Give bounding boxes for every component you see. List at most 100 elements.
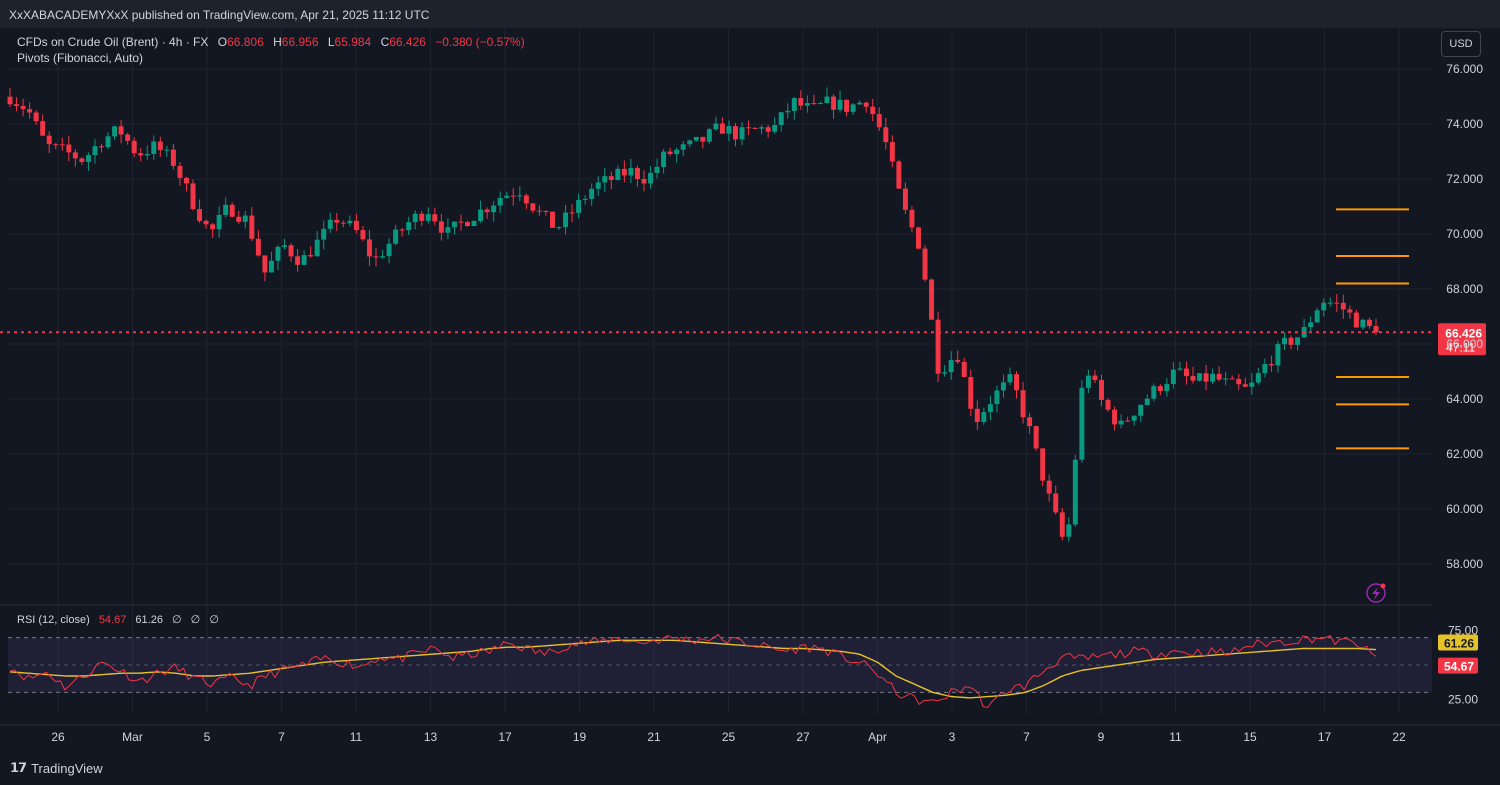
- time-axis-label: 13: [424, 730, 438, 744]
- candle-body: [33, 112, 39, 122]
- close-value: 66.426: [389, 35, 426, 49]
- candle-body: [576, 199, 582, 213]
- price-axis-label: 72.000: [1446, 172, 1483, 186]
- candle-body: [72, 152, 78, 159]
- candle-body: [831, 96, 837, 110]
- top-bar: XxXABACADEMYXxX published on TradingView…: [0, 0, 1500, 28]
- pivots-indicator-legend[interactable]: Pivots (Fibonacci, Auto): [17, 51, 143, 65]
- candle-body: [641, 179, 647, 184]
- candle-body: [131, 140, 137, 154]
- candle-body: [164, 149, 170, 151]
- candle-body: [883, 127, 889, 143]
- candle-body: [288, 245, 294, 257]
- currency-button[interactable]: USD: [1441, 31, 1481, 57]
- time-axis-label: 17: [1318, 730, 1332, 744]
- candle-body: [804, 103, 810, 106]
- candle-body: [216, 214, 222, 230]
- candle-body: [432, 214, 438, 222]
- rsi-legend[interactable]: RSI (12, close) 54.67 61.26 ∅ ∅ ∅: [17, 613, 219, 626]
- candle-body: [105, 136, 111, 148]
- rsi-name[interactable]: RSI (12, close): [17, 614, 90, 626]
- candle-body: [746, 127, 752, 129]
- price-axis-label: 76.000: [1446, 62, 1483, 76]
- candle-body: [1151, 386, 1157, 399]
- candle-body: [1203, 373, 1209, 382]
- candle-body: [1007, 374, 1013, 383]
- candle-body: [739, 127, 745, 140]
- candle-body: [667, 151, 673, 155]
- candle-body: [1046, 480, 1052, 494]
- rsi-ma-tag-value: 61.26: [1444, 637, 1474, 651]
- candle-body: [138, 153, 144, 156]
- candle-body: [1236, 378, 1242, 385]
- candle-body: [922, 248, 928, 280]
- candle-body: [242, 215, 248, 222]
- candle-body: [40, 121, 46, 136]
- chart-canvas[interactable]: 66.42647:11 76.000 74.000 72.000 70.000 68.0…: [0, 0, 1500, 785]
- candle-body: [961, 361, 967, 378]
- candle-body: [157, 141, 163, 151]
- time-axis[interactable]: 26 Mar 5 7 11 13 17 19 21 25 27 Apr 3 7 9 11 15 17 22: [51, 730, 1406, 744]
- candle-body: [778, 112, 784, 125]
- candle-body: [190, 183, 196, 210]
- symbol-legend[interactable]: CFDs on Crude Oil (Brent) · 4h · FX O66.…: [17, 34, 525, 51]
- candle-body: [314, 239, 320, 257]
- candle-body: [151, 141, 157, 155]
- price-axis-label: 68.000: [1446, 282, 1483, 296]
- candle-body: [275, 246, 281, 261]
- high-value: 66.956: [281, 35, 319, 49]
- open-value: 66.806: [227, 35, 264, 49]
- candle-body: [1223, 378, 1229, 380]
- alert-icon[interactable]: [1366, 583, 1386, 603]
- candle-body: [549, 211, 555, 228]
- candle-body: [177, 165, 183, 178]
- rsi-ma-value: 61.26: [135, 614, 163, 626]
- candle-body: [197, 209, 203, 221]
- price-axis-label: 70.000: [1446, 227, 1483, 241]
- candle-body: [817, 103, 823, 105]
- candle-body: [726, 126, 732, 134]
- candle-body: [916, 227, 921, 249]
- time-axis-label: 19: [573, 730, 587, 744]
- candle-body: [719, 123, 725, 134]
- candle-body: [615, 168, 621, 180]
- candle-body: [340, 222, 346, 224]
- candle-body: [909, 209, 915, 228]
- candle-body: [92, 146, 98, 156]
- candle-body: [223, 204, 229, 215]
- candle-body: [700, 136, 706, 142]
- candle-body: [929, 279, 935, 320]
- candle-body: [661, 151, 667, 167]
- high-label: H: [273, 35, 282, 49]
- candle-body: [1085, 375, 1091, 388]
- price-axis[interactable]: 76.000 74.000 72.000 70.000 68.000 66.000 64.0…: [1438, 62, 1483, 706]
- candle-body: [1327, 302, 1333, 304]
- rsi-extra-3: ∅: [209, 614, 219, 626]
- candle-body: [465, 222, 470, 227]
- tradingview-logo-icon: 𝟭𝟳: [10, 760, 27, 775]
- rsi-extra-2: ∅: [190, 614, 201, 626]
- time-axis-label: 3: [949, 730, 956, 744]
- candle-body: [484, 209, 490, 213]
- candle-body: [85, 155, 91, 162]
- tradingview-logo[interactable]: 𝟭𝟳 TradingView: [10, 760, 103, 776]
- candle-body: [99, 146, 104, 148]
- candle-body: [308, 255, 314, 257]
- candle-body: [569, 212, 575, 214]
- candle-body: [510, 195, 516, 197]
- candle-body: [1131, 415, 1137, 421]
- symbol-name[interactable]: CFDs on Crude Oil (Brent) · 4h · FX: [17, 35, 208, 49]
- candle-body: [1275, 344, 1281, 366]
- candlestick-series: [7, 87, 1379, 542]
- candle-body: [406, 222, 412, 231]
- candle-body: [994, 390, 1000, 405]
- candle-body: [955, 359, 961, 362]
- candle-body: [20, 105, 26, 110]
- candle-body: [536, 210, 542, 212]
- candle-body: [850, 104, 856, 112]
- candle-body: [889, 142, 895, 162]
- candle-body: [798, 98, 804, 106]
- time-axis-label: 7: [1023, 730, 1030, 744]
- candle-body: [14, 104, 20, 106]
- candle-body: [301, 255, 307, 265]
